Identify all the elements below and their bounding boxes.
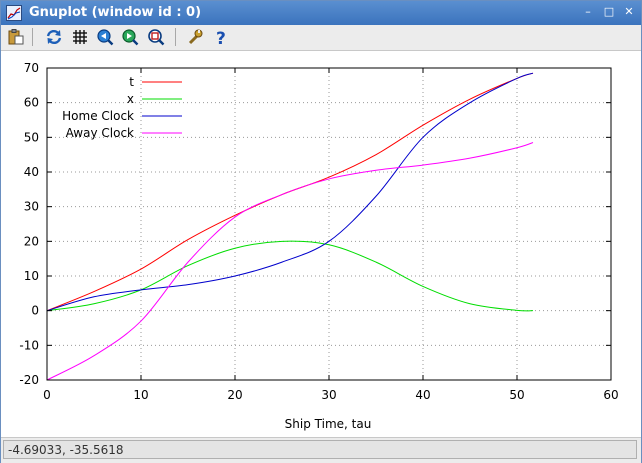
grid-icon[interactable] xyxy=(71,28,89,46)
y-tick-label: 50 xyxy=(24,130,39,144)
svg-text:?: ? xyxy=(216,29,226,46)
y-tick-label: 30 xyxy=(24,200,39,214)
wrench-icon[interactable] xyxy=(186,28,204,46)
zoom-previous-icon[interactable] xyxy=(96,28,114,46)
autoscale-icon[interactable] xyxy=(147,28,165,46)
legend: tx Home Clock Away Clock xyxy=(62,75,182,140)
y-tick-label: 60 xyxy=(24,96,39,110)
window-title: Gnuplot (window id : 0) xyxy=(29,5,202,20)
gnuplot-app-icon[interactable] xyxy=(6,5,22,21)
y-tick-label: -10 xyxy=(19,338,39,352)
legend-entry-label: x xyxy=(127,92,134,106)
plot-area[interactable]: 0 10 20 30 40 50 60 70 60 50 40 30 20 10 0 -10 -20 Ship … xyxy=(1,51,641,436)
x-tick-label: 50 xyxy=(509,388,524,402)
y-tick-label: 70 xyxy=(24,61,39,75)
x-tick-label: 20 xyxy=(227,388,242,402)
y-tick-label: 0 xyxy=(31,304,39,318)
legend-entry-label: Home Clock xyxy=(62,109,134,123)
series-line xyxy=(46,142,534,381)
zoom-next-icon[interactable] xyxy=(121,28,139,46)
legend-entry-label: t xyxy=(129,75,134,89)
y-tick-label: 10 xyxy=(24,269,39,283)
toolbar-separator xyxy=(175,28,176,46)
clipboard-icon[interactable] xyxy=(7,28,25,46)
gnuplot-window: Gnuplot (window id : 0) – □ ✕ ? 0 10 20 … xyxy=(0,0,642,463)
y-tick-label: 40 xyxy=(24,165,39,179)
toolbar: ? xyxy=(1,25,641,51)
x-tick-label: 60 xyxy=(603,388,618,402)
title-bar[interactable]: Gnuplot (window id : 0) – □ ✕ xyxy=(1,1,641,25)
status-bar: -4.69033, -35.5618 xyxy=(1,437,641,463)
legend-entry-label: Away Clock xyxy=(66,126,134,140)
x-axis-label: Ship Time, tau xyxy=(285,417,372,431)
y-tick-label: -20 xyxy=(19,373,39,387)
mouse-coordinates: -4.69033, -35.5618 xyxy=(3,440,637,459)
x-tick-label: 0 xyxy=(43,388,51,402)
maximize-button[interactable]: □ xyxy=(602,5,616,19)
close-button[interactable]: ✕ xyxy=(622,5,636,19)
x-tick-label: 30 xyxy=(321,388,336,402)
x-tick-label: 40 xyxy=(415,388,430,402)
x-tick-label: 10 xyxy=(133,388,148,402)
refresh-icon[interactable] xyxy=(45,28,63,46)
help-icon[interactable]: ? xyxy=(212,28,230,46)
line-chart[interactable]: 0 10 20 30 40 50 60 70 60 50 40 30 20 10 0 -10 -20 Ship … xyxy=(1,51,641,436)
y-tick-label: 20 xyxy=(24,234,39,248)
minimize-button[interactable]: – xyxy=(581,5,595,19)
toolbar-separator xyxy=(32,28,33,46)
